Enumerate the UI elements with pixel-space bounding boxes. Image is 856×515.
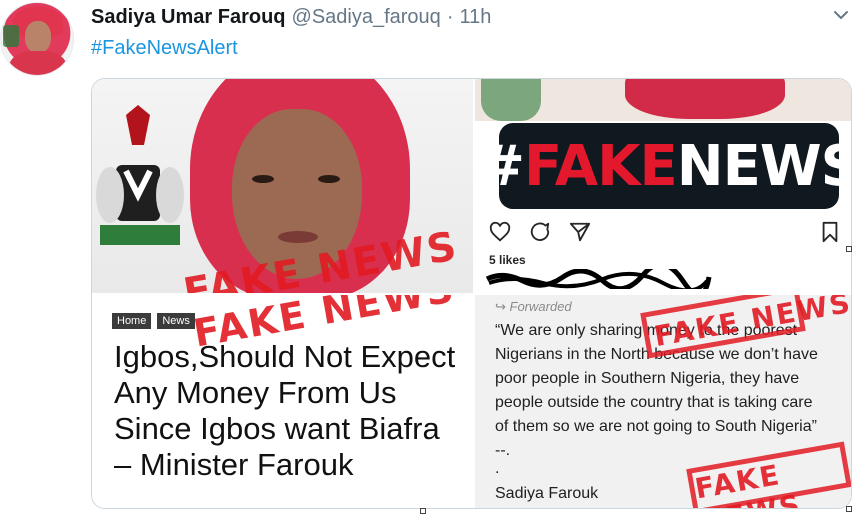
fakenews-badge: # FAKE NEWS — [478, 123, 851, 209]
header-separator: · — [446, 6, 454, 28]
breadcrumb-home: Home — [112, 313, 152, 329]
portrait-lips — [278, 231, 318, 243]
portrait-eye — [318, 175, 340, 183]
heart-icon[interactable] — [489, 221, 511, 243]
breadcrumb-news: News — [157, 313, 195, 329]
forwarded-text: Forwarded — [509, 299, 572, 314]
forwarded-dot: . — [495, 460, 500, 477]
instagram-actions — [489, 221, 591, 243]
media-news-article[interactable]: Home News FAKE NEWS Igbos,Should Not Exp… — [92, 295, 473, 508]
resize-handle[interactable] — [420, 508, 426, 514]
instagram-image-strip — [475, 79, 851, 121]
crest-fragment — [481, 79, 541, 121]
tweet-hashtag-link[interactable]: #FakeNewsAlert — [91, 37, 238, 60]
tweet-timestamp[interactable]: 11h — [459, 6, 491, 29]
coat-of-arms-icon — [96, 105, 184, 245]
tweet-header: Sadiya Umar Farouq @Sadiya_farouq · 11h — [91, 6, 491, 30]
resize-handle[interactable] — [846, 246, 852, 252]
comment-icon[interactable] — [529, 221, 551, 243]
share-icon[interactable] — [569, 221, 591, 243]
badge-hash: # — [478, 133, 525, 199]
tweet[interactable]: Sadiya Umar Farouq @Sadiya_farouq · 11h … — [0, 0, 856, 515]
redacted-scribble — [485, 269, 712, 289]
tweet-media-grid[interactable]: FAKE NEWS # FAKE NEWS 5 likes Home News … — [91, 78, 852, 509]
badge-news: NEWS — [676, 133, 852, 199]
badge-fake: FAKE — [523, 133, 678, 199]
forwarded-label: ↪ Forwarded — [495, 299, 572, 314]
resize-handle[interactable] — [846, 506, 852, 512]
likes-count: 5 likes — [489, 253, 526, 267]
chevron-down-icon[interactable] — [832, 6, 850, 24]
breadcrumb: Home News — [112, 313, 195, 329]
media-instagram-post[interactable]: # FAKE NEWS 5 likes — [475, 79, 851, 293]
avatar-body — [9, 51, 67, 75]
avatar-crest — [3, 25, 19, 47]
article-headline: Igbos,Should Not Expect Any Money From U… — [114, 339, 456, 482]
author-name[interactable]: Sadiya Umar Farouq — [91, 6, 286, 29]
bookmark-icon[interactable] — [819, 221, 841, 243]
portrait-eye — [252, 175, 274, 183]
media-photo-portrait[interactable]: FAKE NEWS — [92, 79, 473, 293]
avatar-face — [25, 21, 51, 53]
forwarded-signature: Sadiya Farouk — [495, 485, 599, 502]
media-forwarded-message[interactable]: ↪ Forwarded “We are only sharing money t… — [475, 295, 851, 508]
author-avatar[interactable] — [0, 2, 74, 76]
headwrap-fragment — [625, 79, 785, 119]
author-handle[interactable]: @Sadiya_farouq — [292, 6, 441, 29]
